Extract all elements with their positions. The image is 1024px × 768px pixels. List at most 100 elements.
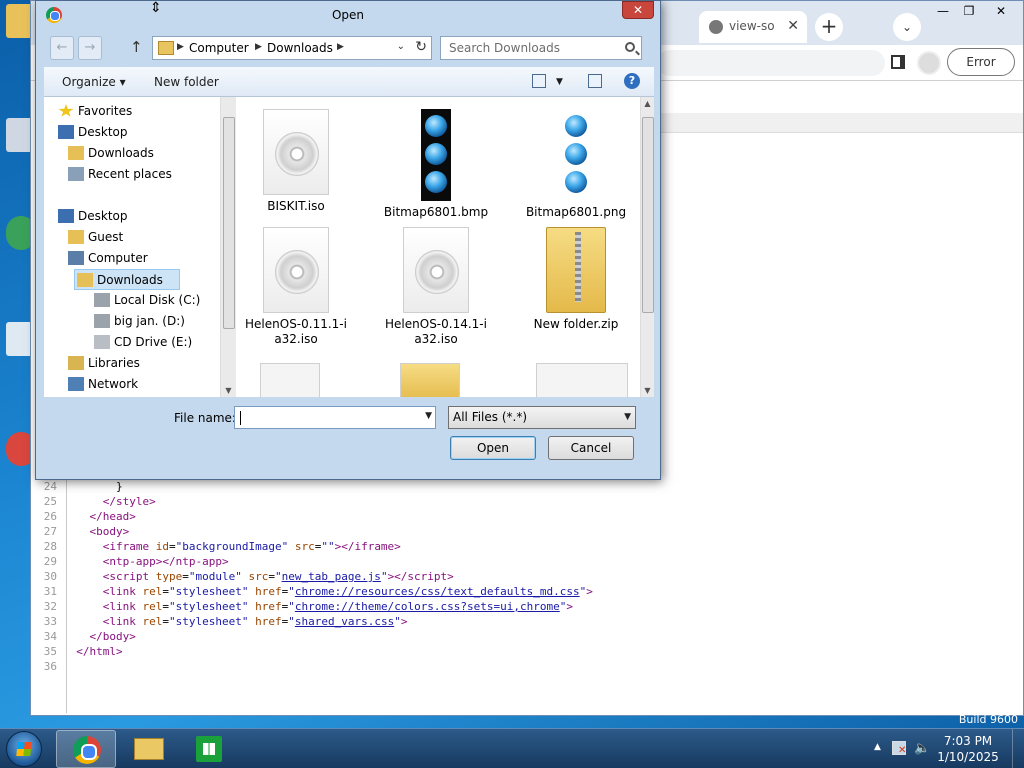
mouse-cursor-icon: ⇕ — [150, 0, 162, 16]
dialog-close-button[interactable]: ✕ — [622, 1, 654, 19]
taskbar-chrome-button[interactable] — [56, 730, 116, 768]
file-item-partial[interactable] — [400, 363, 460, 397]
refresh-icon[interactable]: ↻ — [415, 39, 427, 55]
nav-item[interactable]: Network — [66, 374, 138, 395]
back-button[interactable]: ← — [50, 36, 74, 60]
file-item-partial[interactable] — [536, 363, 628, 397]
nav-item-label: Guest — [88, 230, 124, 244]
open-button[interactable]: Open — [450, 436, 536, 460]
line-number: 29 — [43, 555, 57, 568]
disc-image-icon — [263, 227, 329, 313]
scroll-down-arrow-icon[interactable]: ▼ — [221, 386, 236, 395]
nav-item[interactable]: Downloads — [74, 269, 180, 290]
open-file-dialog: Open ✕ ← → ↑ ▶ Computer ▶ Downloads ▶ ⌄ … — [35, 0, 661, 480]
minimize-button[interactable]: — — [929, 1, 957, 21]
navigation-scrollbar[interactable]: ▼ — [220, 97, 236, 397]
chrome-tab-active[interactable]: view-so ✕ — [699, 11, 807, 43]
organize-menu[interactable]: Organize ▾ — [62, 75, 126, 89]
network-status-icon[interactable] — [892, 741, 906, 756]
source-line: 30 <script type="module" src="new_tab_pa… — [31, 569, 593, 584]
file-name: BISKIT.iso — [267, 199, 325, 213]
nav-item-label: Downloads — [88, 146, 154, 160]
nav-item[interactable]: CD Drive (E:) — [92, 332, 192, 353]
breadcrumb-downloads[interactable]: Downloads — [267, 41, 333, 55]
side-panel-icon[interactable] — [891, 55, 905, 69]
breadcrumb[interactable]: ▶ Computer ▶ Downloads ▶ ⌄ ↻ — [152, 36, 432, 60]
chevron-right-icon: ▶ — [177, 42, 184, 52]
cancel-button[interactable]: Cancel — [548, 436, 634, 460]
nav-item[interactable]: Desktop — [56, 206, 128, 227]
orb-icon — [565, 143, 587, 165]
close-tab-icon[interactable]: ✕ — [787, 18, 799, 34]
help-icon[interactable]: ? — [624, 73, 640, 89]
file-item[interactable]: Bitmap6801.png — [516, 109, 636, 220]
scrollbar-thumb[interactable] — [642, 117, 654, 313]
clock[interactable]: 7:03 PM 1/10/2025 — [928, 733, 1008, 765]
file-item-partial[interactable] — [260, 363, 320, 397]
change-view-icon[interactable] — [532, 74, 546, 88]
line-number: 26 — [43, 510, 57, 523]
file-item[interactable]: HelenOS-0.11.1-i a32.iso — [236, 227, 356, 347]
profile-avatar[interactable] — [917, 51, 941, 75]
nav-item[interactable]: Downloads — [66, 143, 154, 164]
close-window-button[interactable]: ✕ — [987, 1, 1015, 21]
new-tab-button[interactable]: + — [815, 13, 843, 41]
chevron-down-icon[interactable]: ⌄ — [397, 41, 405, 52]
orb-icon — [425, 171, 447, 193]
new-folder-button[interactable]: New folder — [154, 75, 219, 89]
folder-icon — [158, 41, 174, 55]
nav-item[interactable]: Local Disk (C:) — [92, 290, 200, 311]
tab-title: view-so — [729, 19, 775, 33]
store-icon — [196, 736, 222, 762]
file-name-input[interactable]: ▼ — [234, 406, 436, 429]
nav-item-label: Local Disk (C:) — [114, 293, 201, 307]
show-hidden-icons-icon[interactable]: ▲ — [874, 742, 881, 752]
error-button[interactable]: Error — [947, 48, 1015, 76]
taskbar-store-button[interactable] — [178, 730, 238, 768]
start-button[interactable] — [6, 731, 42, 767]
file-type-select[interactable]: All Files (*.*) ▼ — [448, 406, 636, 429]
nav-item[interactable]: Libraries — [66, 353, 140, 374]
breadcrumb-computer[interactable]: Computer — [189, 41, 249, 55]
orb-icon — [565, 115, 587, 137]
file-item[interactable]: HelenOS-0.14.1-i a32.iso — [376, 227, 496, 347]
line-number: 33 — [43, 615, 57, 628]
search-input[interactable]: Search Downloads — [440, 36, 642, 60]
file-item[interactable]: BISKIT.iso — [236, 109, 356, 214]
disc-icon — [415, 250, 459, 294]
line-number: 35 — [43, 645, 57, 658]
system-tray: ▲ 🔈 7:03 PM 1/10/2025 — [864, 729, 1024, 768]
chrome-icon — [73, 736, 101, 764]
tab-search-button[interactable]: ⌄ — [893, 13, 921, 41]
computer-icon — [68, 251, 84, 265]
address-bar[interactable] — [657, 50, 885, 76]
hard-drive-icon — [94, 314, 110, 328]
show-desktop-button[interactable] — [1012, 729, 1024, 768]
up-arrow-icon[interactable]: ↑ — [130, 38, 143, 56]
file-list-scrollbar[interactable]: ▲ ▼ — [640, 97, 654, 397]
nav-item-label: Network — [88, 377, 139, 391]
maximize-button[interactable]: ❐ — [955, 1, 983, 21]
chevron-down-icon[interactable]: ▼ — [425, 411, 432, 421]
user-folder-icon — [68, 230, 84, 244]
preview-pane-icon[interactable] — [588, 74, 602, 88]
line-content: <link rel="stylesheet" href="chrome://re… — [102, 585, 593, 598]
line-content: <script type="module" src="new_tab_page.… — [102, 570, 454, 583]
view-options-chevron-icon[interactable]: ▼ — [556, 77, 563, 87]
nav-item[interactable]: big jan. (D:) — [92, 311, 185, 332]
taskbar-explorer-button[interactable] — [118, 730, 178, 768]
line-content: <link rel="stylesheet" href="shared_vars… — [102, 615, 408, 628]
line-content: } — [63, 480, 123, 493]
nav-item[interactable]: Favorites — [56, 101, 132, 122]
file-item[interactable]: New folder.zip — [516, 227, 636, 332]
text-caret — [240, 411, 241, 425]
scroll-down-arrow-icon[interactable]: ▼ — [641, 386, 654, 395]
nav-item[interactable]: Computer — [66, 248, 148, 269]
file-item[interactable]: Bitmap6801.bmp — [376, 109, 496, 220]
scroll-up-arrow-icon[interactable]: ▲ — [641, 99, 654, 108]
forward-button[interactable]: → — [78, 36, 102, 60]
nav-item[interactable]: Guest — [66, 227, 123, 248]
nav-item[interactable]: Desktop — [56, 122, 128, 143]
scrollbar-thumb[interactable] — [223, 117, 235, 329]
nav-item[interactable]: Recent places — [66, 164, 172, 185]
